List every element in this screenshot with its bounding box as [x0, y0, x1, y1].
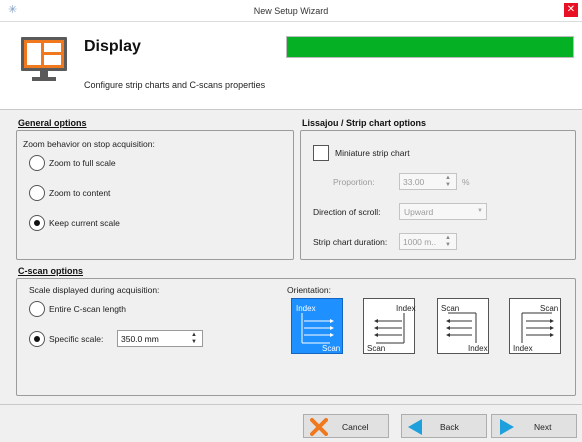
radio-button[interactable]: [29, 155, 45, 171]
direction-value: Upward: [404, 207, 434, 217]
radio-button[interactable]: [29, 301, 45, 317]
radio-label: Entire C-scan length: [49, 304, 127, 314]
wizard-header: Display Configure strip charts and C-sca…: [0, 22, 582, 110]
orientation-index-scan-reversed-icon: Index Scan: [367, 304, 416, 353]
footer-divider: [0, 404, 582, 405]
duration-value: 1000 m..: [403, 237, 437, 247]
lissajou-options-group: Miniature strip chart Proportion: 33.00 …: [300, 130, 576, 260]
radio-label: Zoom to full scale: [49, 158, 116, 168]
cancel-x-icon: [310, 418, 328, 436]
next-button[interactable]: Next: [491, 414, 577, 438]
orientation-4-bottom-label: Index: [513, 344, 533, 353]
back-button[interactable]: Back: [401, 414, 487, 438]
monitor-icon: [21, 37, 67, 81]
orientation-scan-index-icon: Scan Index: [441, 304, 488, 353]
direction-of-scroll-dropdown[interactable]: Upward ▼: [399, 203, 487, 220]
spin-arrows-icon[interactable]: ▲ ▼: [443, 175, 453, 188]
radio-keep-current-scale[interactable]: Keep current scale: [29, 215, 229, 231]
cscan-options-title: C-scan options: [18, 266, 84, 276]
chevron-down-icon: ▼: [477, 208, 483, 214]
zoom-behavior-label: Zoom behavior on stop acquisition:: [23, 139, 155, 149]
proportion-value: 33.00: [403, 177, 425, 187]
strip-chart-duration-spinbox[interactable]: 1000 m.. ▲ ▼: [399, 233, 457, 250]
window-title: New Setup Wizard: [253, 6, 329, 16]
miniature-strip-chart-checkbox[interactable]: [313, 145, 329, 161]
cancel-button-label: Cancel: [342, 422, 369, 432]
orientation-1-top-label: Index: [296, 304, 316, 313]
orientation-scan-index-reversed-icon: Scan Index: [513, 304, 558, 353]
specific-scale-value: 350.0 mm: [121, 334, 159, 344]
orientation-3-bottom-label: Index: [468, 344, 488, 353]
radio-label: Zoom to content: [49, 188, 111, 198]
title-bar: ✳ New Setup Wizard ✕: [0, 0, 582, 22]
radio-button[interactable]: [29, 185, 45, 201]
page-title: Display: [84, 38, 141, 55]
radio-zoom-full-scale[interactable]: Zoom to full scale: [29, 155, 229, 171]
specific-scale-spinbox[interactable]: 350.0 mm ▲ ▼: [117, 330, 203, 347]
orientation-index-scan-icon: Index Scan: [296, 304, 340, 353]
direction-of-scroll-label: Direction of scroll:: [313, 207, 381, 217]
proportion-label: Proportion:: [333, 177, 375, 187]
orientation-1-bottom-label: Scan: [322, 344, 340, 353]
proportion-unit: %: [462, 177, 470, 187]
proportion-spinbox[interactable]: 33.00 ▲ ▼: [399, 173, 457, 190]
orientation-option-3[interactable]: Scan Index: [437, 298, 489, 354]
back-arrow-icon: [408, 419, 422, 435]
strip-chart-duration-label: Strip chart duration:: [313, 237, 388, 247]
radio-label: Specific scale:: [49, 334, 104, 344]
orientation-label: Orientation:: [287, 285, 331, 295]
wizard-progress-bar: [286, 36, 574, 58]
scale-displayed-label: Scale displayed during acquisition:: [29, 285, 160, 295]
radio-entire-cscan-length[interactable]: Entire C-scan length: [29, 301, 229, 317]
next-button-label: Next: [534, 422, 552, 432]
spin-arrows-icon[interactable]: ▲ ▼: [189, 332, 199, 345]
radio-specific-scale[interactable]: Specific scale:: [29, 331, 119, 347]
general-options-group: Zoom behavior on stop acquisition: Zoom …: [16, 130, 294, 260]
progress-fill: [287, 37, 573, 57]
radio-button[interactable]: [29, 215, 45, 231]
back-button-label: Back: [440, 422, 459, 432]
orientation-option-1[interactable]: Index Scan: [291, 298, 343, 354]
radio-zoom-content[interactable]: Zoom to content: [29, 185, 229, 201]
orientation-option-4[interactable]: Scan Index: [509, 298, 561, 354]
cancel-button[interactable]: Cancel: [303, 414, 389, 438]
orientation-3-top-label: Scan: [441, 304, 459, 313]
general-options-title: General options: [18, 118, 87, 128]
miniature-strip-chart-label: Miniature strip chart: [335, 148, 410, 158]
radio-label: Keep current scale: [49, 218, 120, 228]
lissajou-options-title: Lissajou / Strip chart options: [302, 118, 427, 128]
next-arrow-icon: [500, 419, 514, 435]
radio-button[interactable]: [29, 331, 45, 347]
spin-arrows-icon[interactable]: ▲ ▼: [443, 235, 453, 248]
close-button[interactable]: ✕: [564, 3, 578, 17]
orientation-2-top-label: Index: [396, 304, 416, 313]
orientation-2-bottom-label: Scan: [367, 344, 385, 353]
page-subtitle: Configure strip charts and C-scans prope…: [84, 80, 266, 90]
orientation-4-top-label: Scan: [540, 304, 558, 313]
orientation-option-2[interactable]: Index Scan: [363, 298, 416, 354]
